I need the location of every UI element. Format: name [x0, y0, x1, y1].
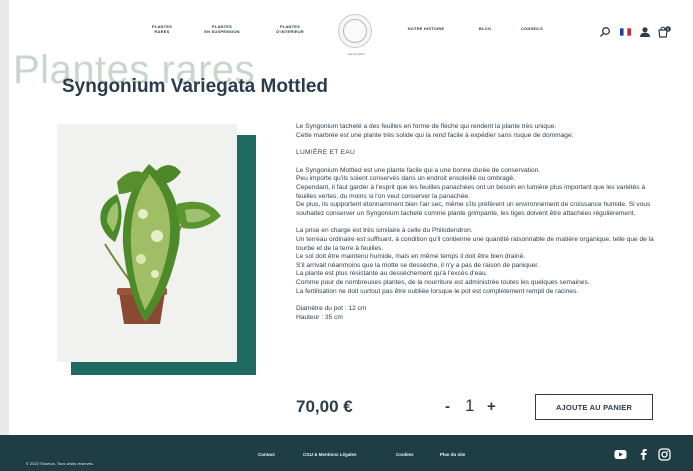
desc-line: Le Syngonium Mottled est une plante faci… — [296, 166, 541, 174]
flag-fr-icon[interactable] — [620, 26, 631, 38]
desc-line: Cette marbrée est une plante très solide… — [296, 131, 574, 139]
plant-illustration — [57, 124, 237, 362]
product-specs: Diamètre du pot : 12 cm Hauteur : 35 cm — [296, 305, 661, 322]
footer-link-cgu[interactable]: CGU & Mentions Légales — [303, 452, 357, 457]
nav-link-line: D'INTERIEUR — [276, 29, 304, 34]
footer-link-cookies[interactable]: Cookies — [396, 452, 414, 457]
product-title: Syngonium Variegata Mottled — [62, 76, 329, 97]
quantity-value: 1 — [465, 396, 475, 415]
section-heading: LUMIÈRE ET EAU — [296, 149, 356, 157]
intro-paragraph: Le Syngonium tacheté a des feuilles en f… — [296, 123, 661, 140]
user-icon[interactable] — [639, 26, 651, 38]
logo-emblem — [343, 19, 367, 43]
footer: © 2022 Shumus. Tous droits réservés. Con… — [0, 435, 693, 471]
instagram-icon[interactable] — [658, 448, 671, 461]
desc-line: Un terreau ordinaire est suffisant, à co… — [296, 235, 654, 252]
plant-height: Hauteur : 35 cm — [296, 313, 343, 321]
copyright-text: © 2022 Shumus. Tous droits réservés. — [26, 461, 94, 466]
footer-link-plan-du-site[interactable]: Plan du site — [440, 452, 465, 457]
page: PLANTES RARES PLANTES EN SUSPENSION PLAN… — [9, 0, 693, 471]
youtube-icon[interactable] — [614, 448, 627, 461]
product-description: Le Syngonium tacheté a des feuilles en f… — [296, 123, 661, 322]
desc-line: La prise en charge est très similaire à … — [296, 227, 473, 235]
footer-link-contact[interactable]: Contact — [258, 452, 275, 457]
brand-logo[interactable] — [338, 14, 372, 48]
nav-link-plantes-suspension[interactable]: PLANTES EN SUSPENSION — [197, 24, 247, 34]
facebook-icon[interactable] — [637, 448, 650, 461]
desc-line: S'il arrivait néanmoins que la motte se … — [296, 261, 539, 269]
nav-link-plantes-rares[interactable]: PLANTES RARES — [144, 24, 180, 34]
desc-line: La fertilisation ne doit surtout pas êtr… — [296, 287, 579, 295]
desc-line: Le sol doit être maintenu humide, mais e… — [296, 253, 526, 261]
desc-line: De plus, ils supportent étonnamment bien… — [296, 201, 651, 217]
quantity-increase-button[interactable]: + — [487, 398, 496, 415]
desc-line: Cependant, il faut garder à l'esprit que… — [296, 183, 646, 200]
care-paragraph: La prise en charge est très similaire à … — [296, 227, 661, 296]
nav-link-conseils[interactable]: CONSEILS — [517, 26, 547, 31]
nav-link-notre-histoire[interactable]: NOTRE HISTOIRE — [404, 26, 448, 31]
add-to-cart-button[interactable]: AJOUTE AU PANIER — [535, 394, 653, 420]
product-image — [57, 124, 237, 362]
logo-caption: Depuis 2020 — [347, 52, 365, 56]
nav-link-line: EN SUSPENSION — [204, 29, 240, 34]
nav-link-blog[interactable]: BLOG — [475, 26, 495, 31]
pot-diameter: Diamètre du pot : 12 cm — [296, 305, 367, 313]
desc-line: La plante est plus résistante au dessèch… — [296, 270, 488, 278]
product-price: 70,00 € — [296, 397, 353, 416]
header-nav: PLANTES RARES PLANTES EN SUSPENSION PLAN… — [9, 12, 693, 56]
nav-link-plantes-interieur[interactable]: PLANTES D'INTERIEUR — [267, 24, 313, 34]
desc-line: Peu importe qu'ils soient conservés dans… — [296, 175, 515, 183]
nav-link-line: RARES — [154, 29, 170, 34]
desc-line: Comme pour de nombreuses plantes, de la … — [296, 278, 590, 286]
search-icon[interactable] — [599, 26, 611, 38]
care-paragraph: Le Syngonium Mottled est une plante faci… — [296, 167, 661, 219]
cart-icon[interactable]: 0 — [657, 26, 671, 38]
desc-line: Le Syngonium tacheté a des feuilles en f… — [296, 123, 557, 130]
quantity-decrease-button[interactable]: - — [445, 398, 450, 415]
